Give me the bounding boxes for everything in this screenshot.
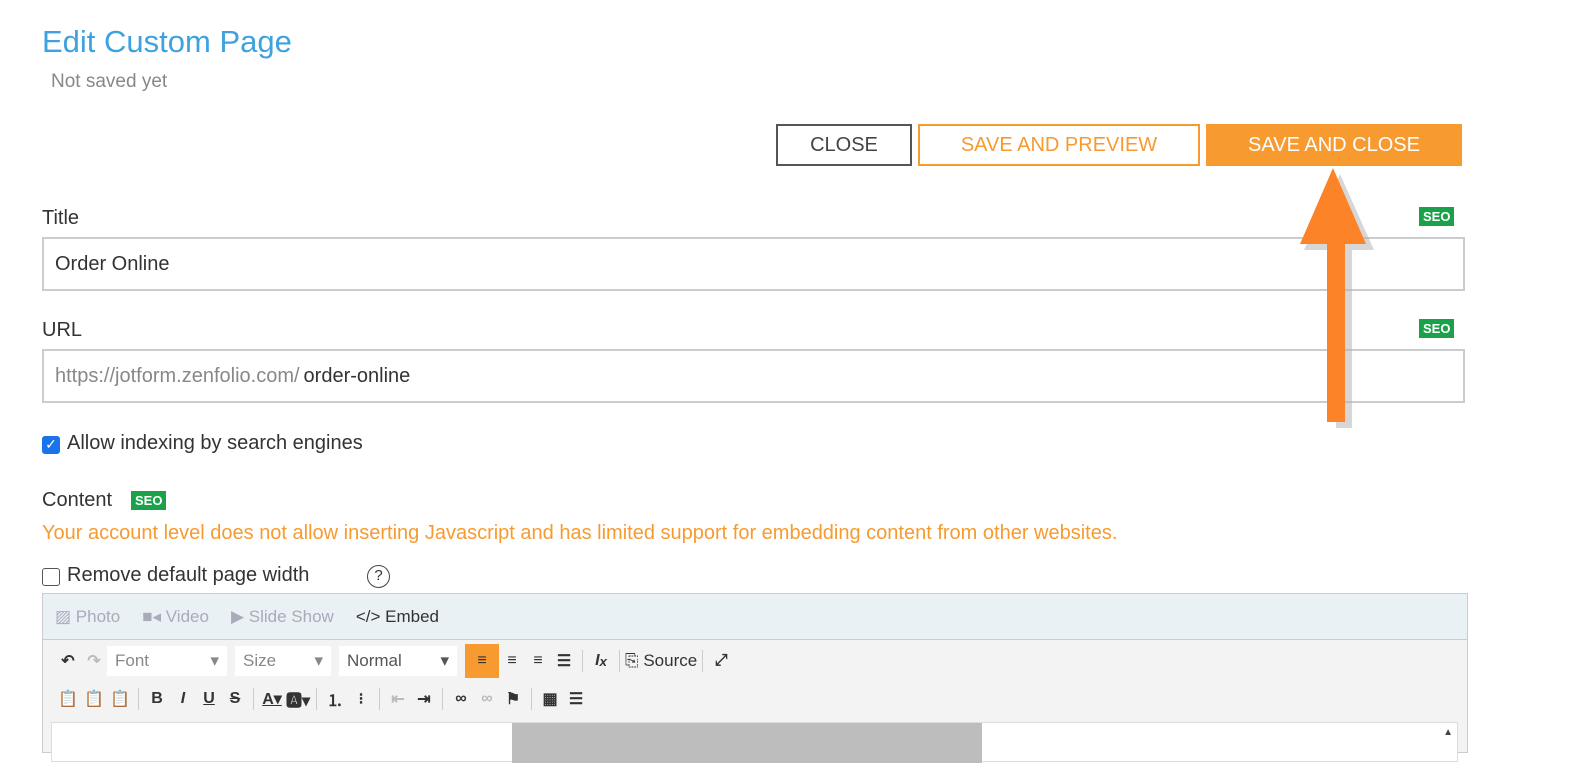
paste-word-icon[interactable]: 📋 (107, 686, 133, 712)
paste-text-icon[interactable]: 📋 (81, 686, 107, 712)
text-color-icon[interactable]: A▾ (259, 686, 285, 712)
content-image-placeholder (512, 723, 982, 763)
bold-icon[interactable]: B (144, 686, 170, 712)
url-value: order-online (303, 364, 411, 387)
content-editor: ▨ Photo ■◂ Video ▶ Slide Show </> Embed … (42, 593, 1468, 763)
source-button[interactable]: ⎘ Source (625, 651, 697, 671)
underline-icon[interactable]: U (196, 686, 222, 712)
table-icon[interactable]: ▦ (537, 686, 563, 712)
content-label: Content (42, 489, 113, 511)
account-warning: Your account level does not allow insert… (42, 522, 1118, 544)
media-toolbar: ▨ Photo ■◂ Video ▶ Slide Show </> Embed (43, 594, 1467, 640)
url-input[interactable]: https://jotform.zenfolio.com/order-onlin… (42, 349, 1465, 403)
remove-width-checkbox[interactable] (42, 568, 60, 586)
undo-icon[interactable]: ↶ (55, 648, 81, 674)
photo-button[interactable]: ▨ Photo (55, 607, 120, 627)
seo-badge: SEO (1419, 207, 1455, 226)
url-label: URL (42, 319, 83, 341)
bg-color-icon[interactable]: 🅰▾ (285, 686, 311, 712)
title-label: Title (42, 207, 80, 229)
close-button[interactable]: CLOSE (776, 124, 912, 166)
indexing-checkbox[interactable]: ✓ (42, 436, 60, 454)
url-prefix: https://jotform.zenfolio.com/ (55, 364, 300, 387)
video-button[interactable]: ■◂ Video (142, 607, 209, 627)
justify-icon[interactable]: ☰ (551, 648, 577, 674)
align-center-icon[interactable]: ≡ (499, 648, 525, 674)
remove-format-icon[interactable]: Ix (588, 648, 614, 674)
title-input[interactable]: Order Online (42, 237, 1465, 291)
page-title: Edit Custom Page (42, 24, 292, 59)
size-select[interactable]: Size ▾ (235, 646, 331, 676)
format-select[interactable]: Normal ▾ (339, 646, 457, 676)
unlink-icon[interactable]: ∞ (474, 686, 500, 712)
scroll-up-icon[interactable]: ▲ (1443, 727, 1453, 738)
bullet-list-icon[interactable]: ⁝ (348, 686, 374, 712)
remove-width-label: Remove default page width (67, 564, 310, 586)
redo-icon[interactable]: ↷ (81, 648, 107, 674)
italic-icon[interactable]: I (170, 686, 196, 712)
save-status: Not saved yet (51, 71, 168, 92)
maximize-icon[interactable]: ⤢ (708, 648, 734, 674)
editor-content-area[interactable]: ▲ (51, 722, 1458, 763)
indent-icon[interactable]: ⇥ (411, 686, 437, 712)
anchor-flag-icon[interactable]: ⚑ (500, 686, 526, 712)
format-toolbar: ↶ ↷ Font ▾ Size ▾ Normal ▾ ≡ ≡ ≡ ☰ Ix ⎘ Sou… (55, 644, 734, 678)
annotation-arrow (1300, 168, 1374, 428)
strikethrough-icon[interactable]: S (222, 686, 248, 712)
font-select[interactable]: Font ▾ (107, 646, 227, 676)
outdent-icon[interactable]: ⇤ (385, 686, 411, 712)
align-left-icon[interactable]: ≡ (465, 644, 499, 678)
numbered-list-icon[interactable]: ⒈ (322, 686, 348, 712)
seo-badge: SEO (131, 491, 167, 510)
link-icon[interactable]: ∞ (448, 686, 474, 712)
align-right-icon[interactable]: ≡ (525, 648, 551, 674)
format-toolbar-2: 📋 📋 📋 B I U S A▾ 🅰▾ ⒈ ⁝ ⇤ ⇥ ∞ ∞ ⚑ ▦ ☰ (55, 686, 589, 712)
horizontal-rule-icon[interactable]: ☰ (563, 686, 589, 712)
embed-button[interactable]: </> Embed (356, 607, 439, 627)
indexing-label: Allow indexing by search engines (67, 432, 363, 454)
paste-icon[interactable]: 📋 (55, 686, 81, 712)
title-value: Order Online (55, 252, 170, 275)
save-and-preview-button[interactable]: SAVE AND PREVIEW (918, 124, 1200, 166)
slideshow-button[interactable]: ▶ Slide Show (231, 607, 334, 627)
help-icon[interactable]: ? (367, 565, 390, 588)
seo-badge: SEO (1419, 319, 1455, 338)
